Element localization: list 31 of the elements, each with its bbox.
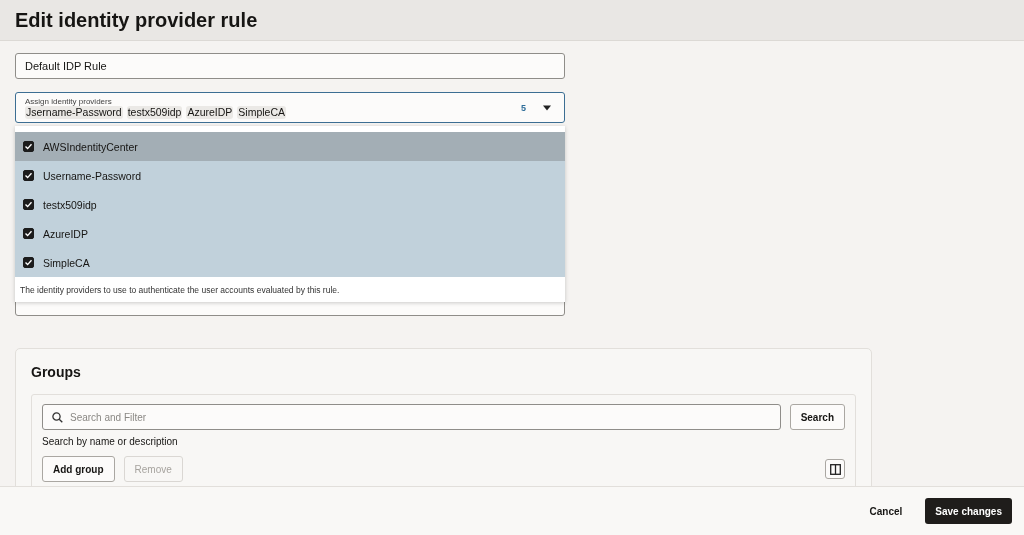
provider-chip: testx509idp: [126, 105, 183, 119]
checkbox-icon[interactable]: [23, 170, 34, 181]
provider-option[interactable]: AWSIndentityCenter: [15, 132, 565, 161]
search-button[interactable]: Search: [789, 404, 845, 430]
name-field[interactable]: Default IDP Rule: [15, 53, 565, 79]
identity-provider-select[interactable]: Assign identity providers Jsername-Password testx509idp AzureIDP SimpleCA 5: [15, 92, 565, 123]
search-icon: [52, 411, 63, 423]
checkbox-icon[interactable]: [23, 257, 34, 268]
provider-option[interactable]: AzureIDP: [15, 219, 565, 248]
caret-icon: [542, 104, 552, 111]
columns-icon: [829, 463, 841, 475]
add-group-button[interactable]: Add group: [42, 456, 115, 482]
save-changes-button[interactable]: Save changes: [925, 498, 1012, 524]
selected-count: 5: [521, 102, 526, 113]
provider-option[interactable]: Username-Password: [15, 161, 565, 190]
search-hint: Search by name or description: [42, 436, 179, 447]
search-field[interactable]: Search and Filter: [42, 404, 781, 430]
cancel-button[interactable]: Cancel: [860, 499, 912, 523]
provider-chip: AzureIDP: [186, 105, 234, 119]
help-text: The identity providers to use to authenticate the user accounts evaluated by this rule.: [19, 284, 341, 297]
select-label: Assign identity providers: [25, 96, 113, 106]
provider-chip: Jsername-Password: [25, 105, 123, 119]
checkbox-icon[interactable]: [23, 228, 34, 239]
page-title: Edit identity provider rule: [15, 8, 258, 32]
checkbox-icon[interactable]: [23, 199, 34, 210]
groups-title: Groups: [31, 364, 82, 380]
provider-option[interactable]: SimpleCA: [15, 248, 565, 277]
provider-chip: SimpleCA: [237, 105, 287, 119]
checkbox-icon[interactable]: [23, 141, 34, 152]
provider-option[interactable]: testx509idp: [15, 190, 565, 219]
columns-button[interactable]: [825, 459, 845, 479]
